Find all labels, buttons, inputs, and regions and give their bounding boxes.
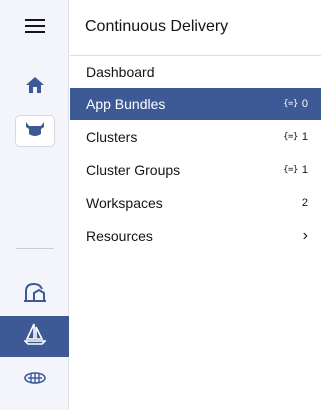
continuous-delivery-icon [22,323,47,350]
nav-item-resources[interactable]: Resources › [70,220,321,252]
menu-button[interactable] [0,10,69,46]
home-button[interactable] [0,70,69,104]
harvester-icon [23,281,47,308]
count-value: 2 [301,197,308,209]
nav-item-count: 2 [302,197,308,209]
product-nav-panel: Continuous Delivery Dashboard App Bundle… [70,0,321,410]
nav-item-count: {=} 1 [283,164,308,176]
continuous-delivery-button[interactable] [0,316,69,357]
nav-item-count: {=} 0 [283,98,308,110]
nav-item-label: Cluster Groups [86,162,181,178]
nav-item-cluster-groups[interactable]: Cluster Groups {=} 1 [70,154,321,186]
count-value: 1 [301,131,308,143]
nav-item-label: App Bundles [86,96,166,112]
nav-item-workspaces[interactable]: Workspaces 2 [70,187,321,219]
fleet-tile [14,115,55,147]
hamburger-icon [24,18,45,39]
chevron-right-icon: › [302,227,308,244]
nav-item-label: Workspaces [86,195,163,211]
fleet-icon [24,120,46,143]
side-rail [0,0,69,410]
panel-title: Continuous Delivery [85,18,229,35]
nav-item-label: Resources [86,228,153,244]
count-value: 0 [301,98,308,110]
nav-item-label: Clusters [86,129,138,145]
resource-icon: {=} [283,132,298,142]
harvester-button[interactable] [0,276,69,312]
fleet-button[interactable] [0,114,69,148]
resource-icon: {=} [283,99,298,109]
home-icon [25,76,44,98]
fleet-alt-icon [23,371,46,389]
nav-item-dashboard[interactable]: Dashboard [70,56,321,88]
nav-item-app-bundles[interactable]: App Bundles {=} 0 [70,88,321,120]
count-value: 1 [301,164,308,176]
rail-divider [16,248,54,249]
fleet-alt-button[interactable] [0,364,69,396]
nav-item-label: Dashboard [86,64,155,80]
resource-icon: {=} [283,165,298,175]
nav-item-count: {=} 1 [283,131,308,143]
nav-item-clusters[interactable]: Clusters {=} 1 [70,121,321,153]
